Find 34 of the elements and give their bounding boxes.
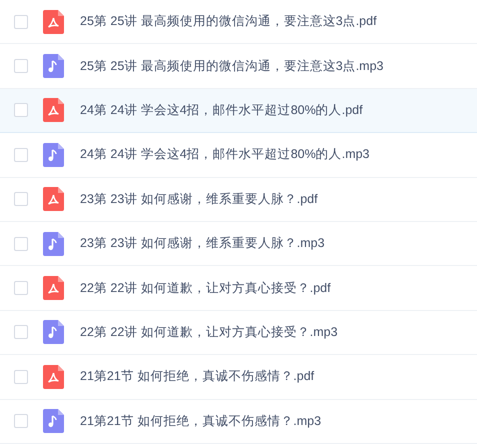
- checkbox[interactable]: [14, 414, 28, 428]
- pdf-file-icon: [43, 10, 64, 34]
- file-row[interactable]: 23第 23讲 如何感谢，维系重要人脉？.pdf: [0, 178, 477, 222]
- pdf-file-icon: [43, 364, 64, 389]
- pdf-file-icon: [43, 98, 64, 122]
- file-name: 23第 23讲 如何感谢，维系重要人脉？.pdf: [80, 190, 318, 208]
- music-file-icon: [43, 409, 64, 434]
- pdf-file-icon: [43, 187, 64, 212]
- music-file-icon: [43, 320, 64, 344]
- file-name: 22第 22讲 如何道歉，让对方真心接受？.pdf: [80, 280, 331, 297]
- file-name: 22第 22讲 如何道歉，让对方真心接受？.mp3: [80, 324, 338, 342]
- checkbox[interactable]: [14, 103, 28, 118]
- checkbox[interactable]: [14, 325, 28, 340]
- file-row[interactable]: 21第21节 如何拒绝，真诚不伤感情？.mp3: [0, 400, 477, 444]
- checkbox[interactable]: [14, 236, 28, 251]
- checkbox[interactable]: [14, 59, 28, 74]
- file-row[interactable]: 24第 24讲 学会这4招，邮件水平超过80%的人.pdf: [0, 88, 477, 134]
- music-file-icon: [43, 232, 64, 256]
- file-name: 25第 25讲 最高频使用的微信沟通，要注意这3点.mp3: [80, 58, 384, 75]
- pdf-file-icon: [43, 276, 64, 300]
- file-name: 21第21节 如何拒绝，真诚不伤感情？.pdf: [80, 368, 314, 386]
- file-name: 25第 25讲 最高频使用的微信沟通，要注意这3点.pdf: [80, 13, 377, 30]
- checkbox[interactable]: [14, 14, 28, 29]
- file-name: 24第 24讲 学会这4招，邮件水平超过80%的人.mp3: [80, 146, 370, 164]
- checkbox[interactable]: [14, 281, 28, 296]
- file-name: 21第21节 如何拒绝，真诚不伤感情？.mp3: [80, 412, 322, 430]
- checkbox[interactable]: [14, 192, 28, 206]
- file-row[interactable]: 22第 22讲 如何道歉，让对方真心接受？.mp3: [0, 310, 477, 356]
- file-name: 24第 24讲 学会这4招，邮件水平超过80%的人.pdf: [80, 102, 363, 120]
- music-file-icon: [43, 142, 64, 167]
- checkbox[interactable]: [14, 148, 28, 162]
- checkbox[interactable]: [14, 370, 28, 384]
- music-file-icon: [43, 54, 64, 78]
- file-name: 23第 23讲 如何感谢，维系重要人脉？.mp3: [80, 235, 325, 252]
